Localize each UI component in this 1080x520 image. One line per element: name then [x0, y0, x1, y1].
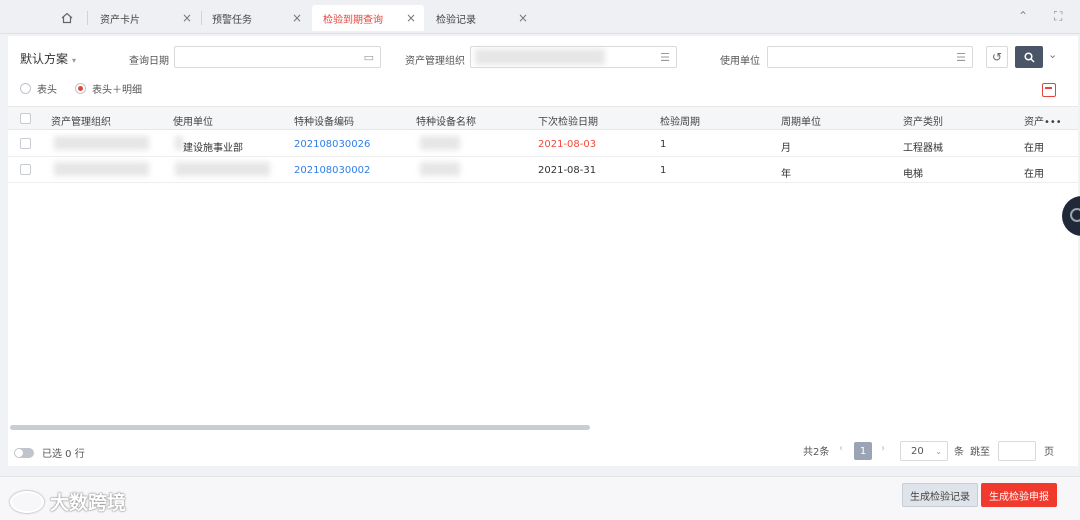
jump-label: 跳至 — [970, 447, 990, 458]
inspection-period: 1 — [660, 165, 667, 176]
prev-page-icon[interactable]: ‹ — [839, 443, 843, 454]
column-header[interactable]: 资产管理组织 — [51, 113, 111, 128]
page-size-unit: 条 — [954, 447, 964, 458]
search-button[interactable] — [1015, 46, 1043, 68]
use-unit-label: 使用单位 — [720, 56, 760, 67]
redacted-use-unit — [175, 162, 270, 176]
chevron-up-double-icon[interactable]: ⌃ — [1018, 9, 1028, 23]
column-header[interactable]: 下次检验日期 — [538, 113, 598, 128]
next-inspection-date: 2021-08-31 — [538, 165, 597, 176]
tab-inspection-record[interactable]: 检验记录 × — [426, 5, 536, 31]
next-inspection-date: 2021-08-03 — [538, 139, 597, 150]
use-unit-cell: 建设施事业部 — [183, 143, 243, 154]
tab-label: 资产卡片 — [100, 14, 140, 26]
generate-inspection-apply-button[interactable]: 生成检验申报 — [981, 483, 1057, 507]
tab-bar: 资产卡片 × 预警任务 × 检验到期查询 × 检验记录 × ⌃ ⛶ — [0, 0, 1080, 34]
watermark-text: 大数跨境 — [50, 492, 127, 514]
tab-divider — [87, 11, 88, 25]
query-date-input[interactable]: ▭ — [174, 46, 381, 68]
view-option-header[interactable]: 表头 — [20, 81, 57, 96]
caret-down-icon: ▾ — [72, 56, 77, 65]
tab-warning-task[interactable]: 预警任务 × — [202, 5, 310, 31]
radio-button[interactable] — [20, 83, 31, 94]
selection-status: 已选 0 行 — [14, 445, 85, 460]
tab-home[interactable] — [48, 5, 86, 31]
view-option-label: 表头 — [37, 85, 57, 96]
equipment-code-link[interactable]: 202108030002 — [294, 165, 370, 176]
asset-status: 在用 — [1024, 169, 1044, 180]
total-count: 共2条 — [803, 447, 830, 458]
asset-category: 电梯 — [903, 169, 923, 180]
fullscreen-icon[interactable]: ⛶ — [1054, 9, 1062, 24]
use-unit-input[interactable]: ☰ — [767, 46, 973, 68]
asset-org-input[interactable]: ☰ — [470, 46, 677, 68]
tab-label: 预警任务 — [212, 14, 252, 26]
view-option-label: 表头＋明细 — [92, 85, 142, 96]
watermark: 大数跨境 — [10, 488, 126, 515]
tab-label: 检验记录 — [436, 14, 476, 26]
chevron-down-double-icon[interactable]: ⌄ — [1048, 48, 1057, 61]
list-icon: ☰ — [660, 51, 670, 64]
selected-count: 已选 0 行 — [42, 449, 85, 460]
page-label: 页 — [1044, 447, 1054, 458]
period-unit: 月 — [781, 143, 791, 154]
redacted-value — [475, 49, 605, 65]
asset-status: 在用 — [1024, 143, 1044, 154]
page-size-select[interactable]: 20 ⌄ — [900, 441, 948, 461]
inspection-period: 1 — [660, 139, 667, 150]
main-panel: 默认方案 ▾ 查询日期 ▭ 资产管理组织 ☰ 使用单位 ☰ ↺ ⌄ 表头 表头＋明… — [8, 36, 1078, 466]
scheme-label: 默认方案 — [20, 52, 69, 66]
tab-inspection-due-query[interactable]: 检验到期查询 × — [312, 5, 424, 31]
undo-icon: ↺ — [991, 50, 1003, 64]
table-row[interactable]: 建设施事业部 202108030026 2021-08-03 1 月 工程器械 … — [8, 131, 1078, 157]
export-icon[interactable] — [1042, 83, 1056, 97]
close-icon[interactable]: × — [182, 11, 192, 25]
tab-asset-card[interactable]: 资产卡片 × — [90, 5, 200, 31]
reset-button[interactable]: ↺ — [986, 46, 1008, 68]
chevron-down-icon: ⌄ — [935, 446, 942, 456]
list-icon: ☰ — [956, 51, 966, 64]
selection-toggle[interactable] — [14, 447, 34, 458]
view-mode-options: 表头 表头＋明细 — [20, 81, 160, 96]
column-header[interactable]: 资产类别 — [903, 113, 943, 128]
redacted-equipment-name — [420, 136, 460, 150]
close-icon[interactable]: × — [406, 11, 416, 25]
select-all-checkbox[interactable] — [20, 113, 31, 124]
home-icon — [61, 12, 73, 24]
column-header[interactable]: 检验周期 — [660, 113, 700, 128]
column-header[interactable]: 周期单位 — [781, 113, 821, 128]
next-page-icon[interactable]: › — [881, 443, 885, 454]
redacted-org — [54, 136, 149, 150]
table-header: 资产管理组织 使用单位 特种设备编码 特种设备名称 下次检验日期 检验周期 周期… — [8, 106, 1078, 130]
search-icon — [1023, 51, 1035, 63]
close-icon[interactable]: × — [518, 11, 528, 25]
column-header[interactable]: 资产••• — [1024, 113, 1062, 128]
asset-category: 工程器械 — [903, 143, 943, 154]
page-size-value: 20 — [911, 445, 924, 457]
column-header[interactable]: 特种设备名称 — [416, 113, 476, 128]
table-row[interactable]: 202108030002 2021-08-31 1 年 电梯 在用 — [8, 157, 1078, 183]
redacted-prefix — [175, 136, 183, 150]
tab-label: 检验到期查询 — [323, 14, 383, 26]
scheme-select[interactable]: 默认方案 ▾ — [20, 50, 76, 67]
period-unit: 年 — [781, 169, 791, 180]
close-icon[interactable]: × — [292, 11, 302, 25]
row-checkbox[interactable] — [20, 164, 31, 175]
asset-org-label: 资产管理组织 — [405, 56, 465, 67]
current-page[interactable]: 1 — [854, 442, 872, 460]
redacted-org — [54, 162, 149, 176]
jump-page-input[interactable] — [998, 441, 1036, 461]
query-date-label: 查询日期 — [129, 56, 169, 67]
generate-inspection-record-button[interactable]: 生成检验记录 — [902, 483, 978, 507]
watermark-logo-icon — [10, 490, 44, 513]
equipment-code-link[interactable]: 202108030026 — [294, 139, 370, 150]
view-option-header-detail[interactable]: 表头＋明细 — [75, 81, 142, 96]
row-checkbox[interactable] — [20, 138, 31, 149]
redacted-equipment-name — [420, 162, 460, 176]
radio-button[interactable] — [75, 83, 86, 94]
horizontal-scrollbar[interactable] — [10, 425, 590, 430]
calendar-icon: ▭ — [363, 51, 374, 64]
column-header[interactable]: 特种设备编码 — [294, 113, 354, 128]
column-header[interactable]: 使用单位 — [173, 113, 213, 128]
